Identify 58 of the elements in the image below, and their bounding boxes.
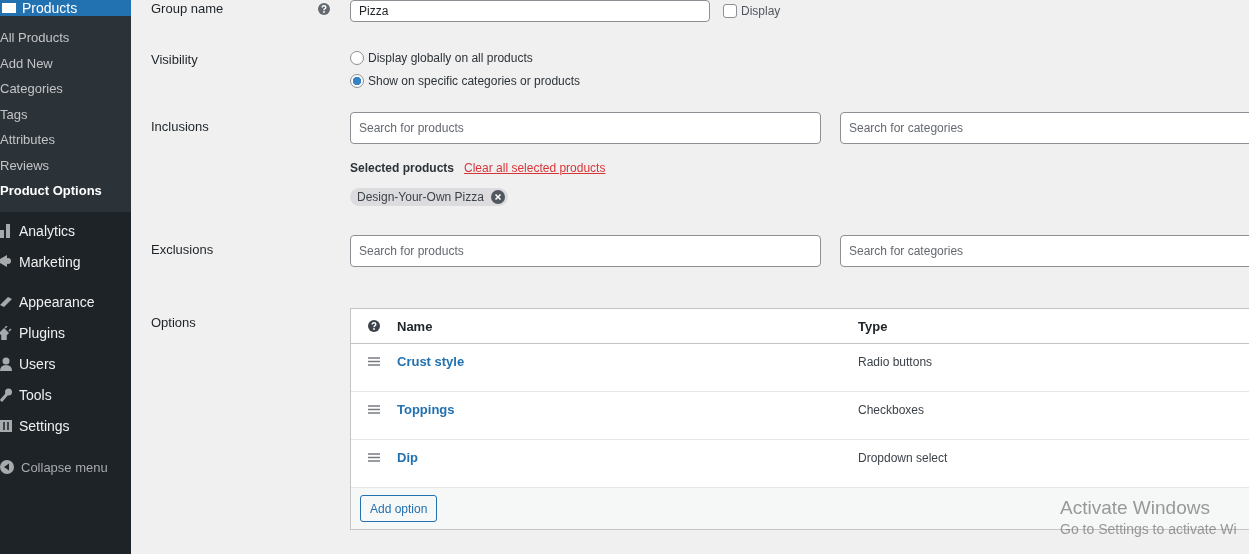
field-label: Inclusions	[151, 118, 209, 136]
selected-products-label: Selected products	[350, 161, 455, 175]
paintbrush-icon	[0, 295, 12, 309]
box-icon	[2, 3, 16, 13]
add-option-button[interactable]: Add option	[360, 495, 438, 522]
activation-notice-text: Go to Settings to activate Wi	[1060, 521, 1237, 537]
field-label: Group name	[151, 0, 224, 18]
checkbox-square[interactable]	[723, 4, 737, 18]
submenu-item[interactable]: Reviews	[0, 152, 131, 178]
clear-selected-link[interactable]: Clear all selected products	[464, 161, 606, 175]
checkbox-label: Display	[741, 4, 781, 18]
submenu-item[interactable]: Categories	[0, 76, 131, 102]
radio-button[interactable]	[350, 51, 364, 65]
group-name-field[interactable]: Pizza	[350, 0, 710, 22]
drag-handle-icon[interactable]	[368, 357, 380, 366]
search-field[interactable]: Search for categories	[840, 235, 1249, 267]
help-icon[interactable]	[368, 320, 380, 332]
table-cell: Radio buttons	[858, 355, 933, 369]
option-name-link[interactable]: Crust style	[397, 354, 465, 369]
radio-label: Display globally on all products	[368, 51, 533, 65]
wrench-icon	[0, 388, 12, 402]
drag-handle-icon[interactable]	[368, 453, 380, 462]
menu-item[interactable]: Tools	[0, 379, 131, 411]
field-label: Exclusions	[151, 241, 214, 259]
products-menu-header[interactable]: Products	[0, 0, 131, 16]
option-name-link[interactable]: Dip	[397, 450, 418, 465]
submenu-item[interactable]: Product Options	[0, 178, 131, 204]
drag-handle-icon[interactable]	[368, 405, 380, 414]
table-cell: Checkboxes	[858, 403, 925, 417]
collapse-menu-button[interactable]: Collapse menu	[0, 451, 131, 483]
menu-item[interactable]: Plugins	[0, 317, 131, 349]
menu-item[interactable]: Appearance	[0, 286, 131, 318]
column-header: Name	[397, 318, 433, 334]
search-field[interactable]: Search for products	[350, 112, 821, 144]
user-icon	[0, 357, 12, 371]
search-field[interactable]: Search for products	[350, 235, 821, 267]
submenu-item[interactable]: Tags	[0, 101, 131, 127]
column-header: Type	[858, 318, 888, 334]
menu-item[interactable]: Marketing	[0, 246, 131, 278]
submenu-item[interactable]: Add New	[0, 50, 131, 76]
menu-item[interactable]: Users	[0, 348, 131, 380]
menu-item[interactable]: Settings	[0, 410, 131, 442]
display-checkbox[interactable]: Display	[723, 4, 781, 18]
menu-item[interactable]: Analytics	[0, 215, 131, 247]
field-label: Visibility	[151, 51, 198, 69]
submenu-item[interactable]: All Products	[0, 25, 131, 51]
radio-label: Show on specific categories or products	[368, 74, 581, 88]
chip-label: Design-Your-Own Pizza	[357, 190, 484, 204]
bar-chart-icon	[0, 224, 12, 238]
option-name-link[interactable]: Toppings	[397, 402, 455, 417]
table-cell: Dropdown select	[858, 451, 948, 465]
radio-button[interactable]	[350, 74, 364, 88]
field-label: Options	[151, 314, 196, 332]
remove-icon[interactable]	[490, 190, 505, 204]
submenu-item[interactable]: Attributes	[0, 127, 131, 153]
help-icon[interactable]	[318, 3, 330, 15]
search-field[interactable]: Search for categories	[840, 112, 1249, 144]
activation-notice-title: Activate Windows	[1060, 497, 1211, 519]
